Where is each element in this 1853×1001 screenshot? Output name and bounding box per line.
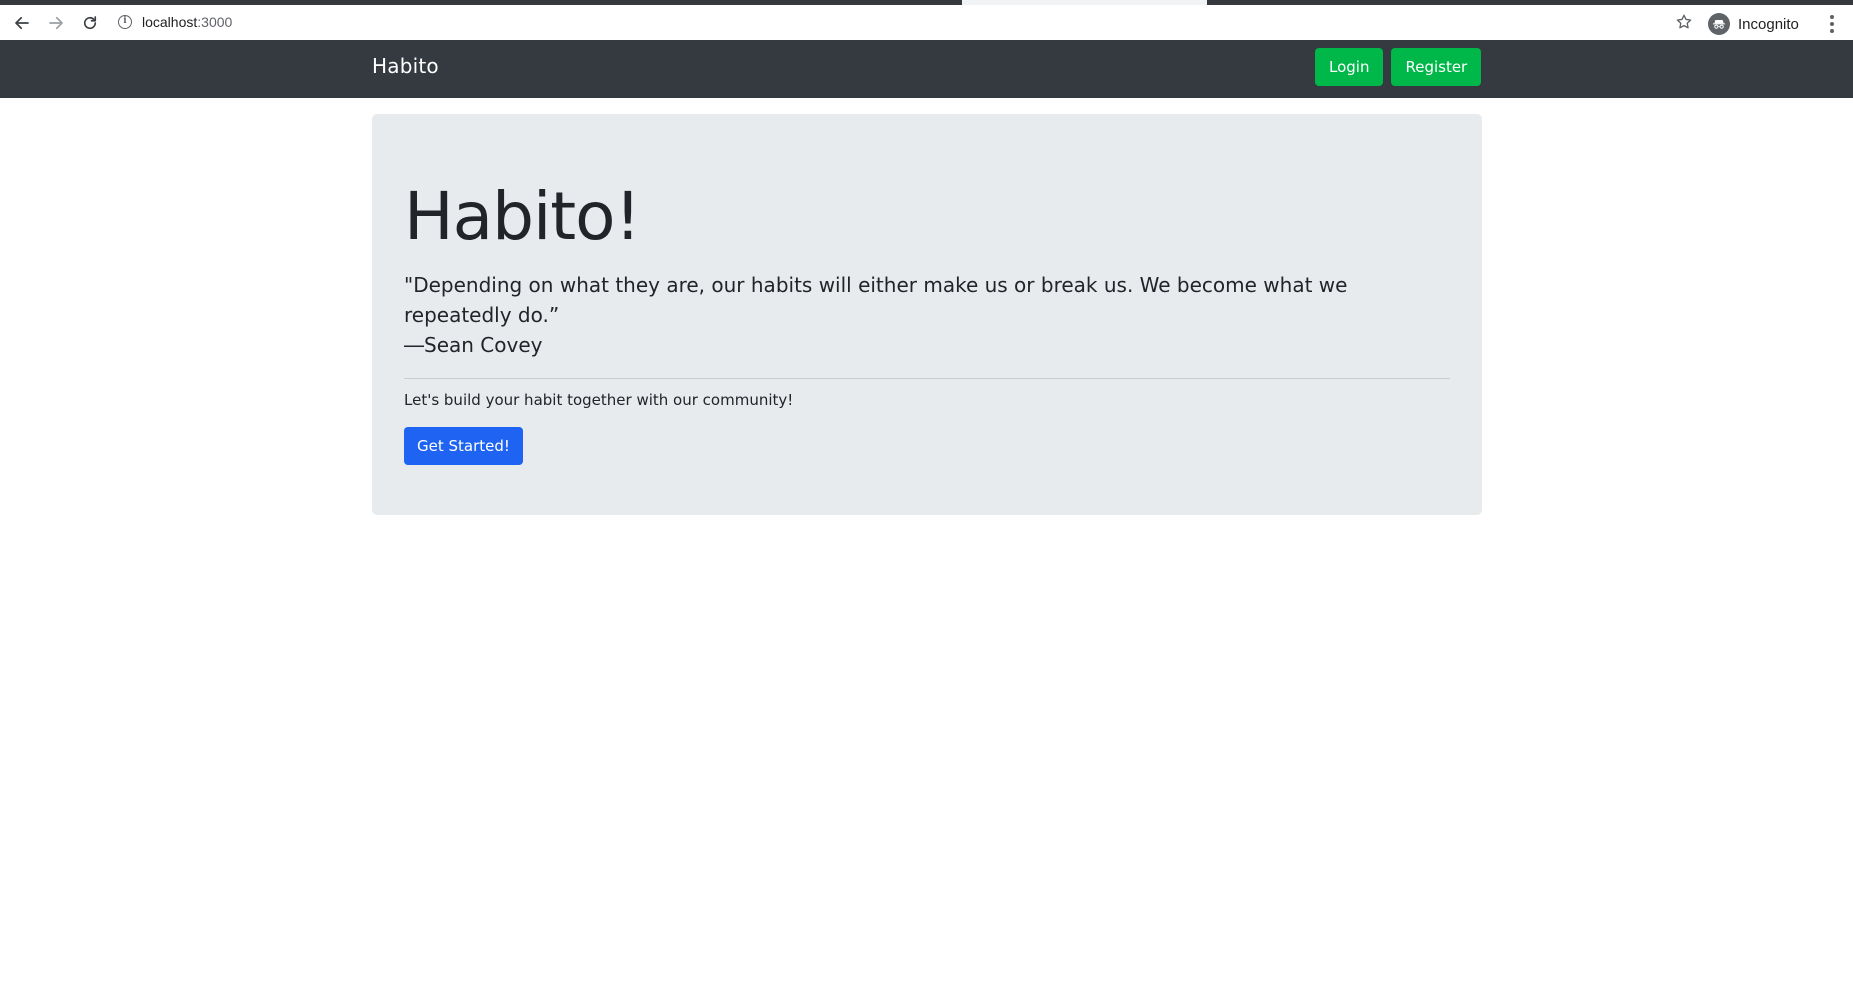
- active-tab-indicator: [962, 0, 1207, 5]
- url-host: localhost: [142, 14, 198, 30]
- back-arrow-icon[interactable]: [6, 7, 38, 39]
- brand-link[interactable]: Habito: [372, 54, 439, 78]
- hero-lead: Let's build your habit together with our…: [404, 391, 794, 409]
- get-started-button[interactable]: Get Started!: [404, 427, 523, 465]
- browser-toolbar: i localhost:3000 Incognito: [0, 0, 1853, 40]
- app-navbar: Habito Login Register: [0, 40, 1853, 98]
- hero-quote: "Depending on what they are, our habits …: [404, 270, 1450, 360]
- incognito-icon: [1708, 13, 1730, 35]
- login-button[interactable]: Login: [1315, 48, 1384, 86]
- url-text[interactable]: localhost:3000: [142, 14, 232, 30]
- hero-divider: [404, 378, 1450, 379]
- quote-text: "Depending on what they are, our habits …: [404, 273, 1348, 327]
- auth-actions: Login Register: [1315, 48, 1482, 86]
- hero-jumbotron: Habito! "Depending on what they are, our…: [372, 114, 1482, 515]
- profile-chip[interactable]: Incognito: [1705, 10, 1813, 38]
- quote-author: ―Sean Covey: [404, 333, 543, 357]
- address-bar[interactable]: i localhost:3000: [108, 8, 1701, 36]
- kebab-menu-icon[interactable]: [1822, 13, 1842, 35]
- url-port: :3000: [197, 14, 233, 30]
- info-icon[interactable]: i: [118, 15, 132, 29]
- hero-title: Habito!: [404, 178, 641, 255]
- reload-icon[interactable]: [74, 7, 106, 39]
- profile-label: Incognito: [1738, 15, 1799, 33]
- forward-arrow-icon[interactable]: [40, 7, 72, 39]
- star-icon[interactable]: [1675, 13, 1693, 31]
- register-button[interactable]: Register: [1391, 48, 1482, 86]
